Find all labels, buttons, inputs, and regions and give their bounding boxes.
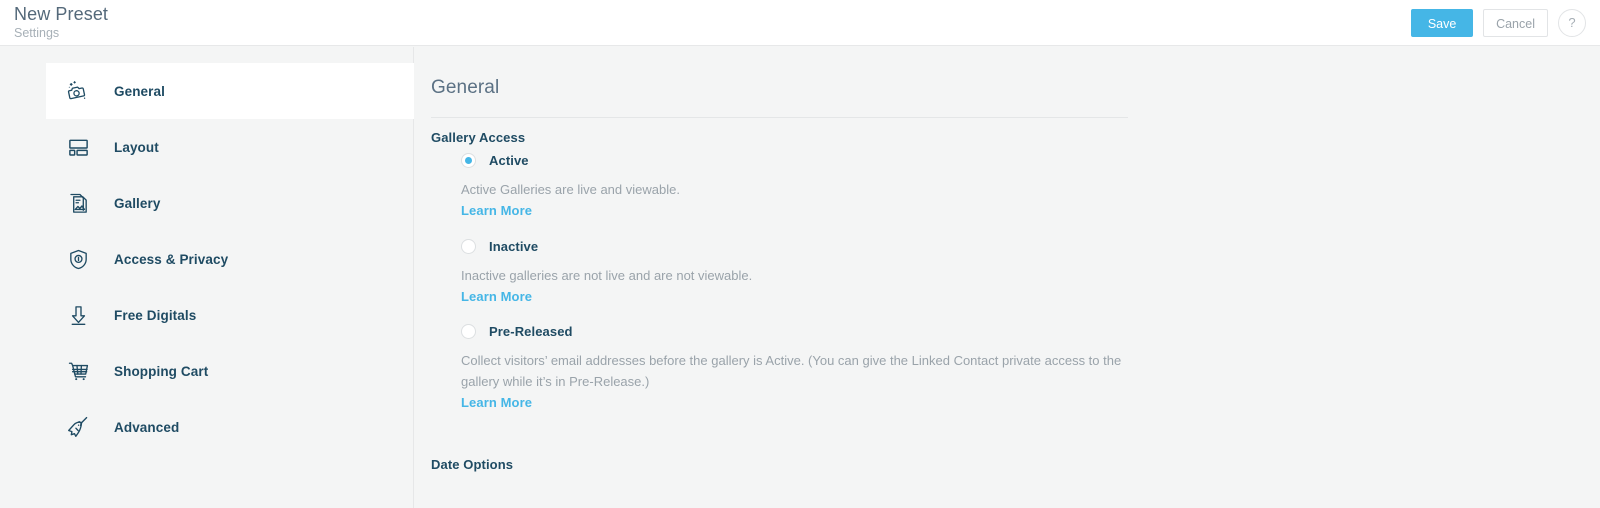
save-button[interactable]: Save bbox=[1411, 9, 1474, 37]
page-subtitle: Settings bbox=[14, 26, 60, 40]
page-title: New Preset bbox=[14, 4, 109, 24]
sidebar-item-label: Advanced bbox=[114, 419, 180, 435]
radio-row-pre-released[interactable]: Pre-Released bbox=[461, 322, 1126, 340]
help-button[interactable]: ? bbox=[1558, 9, 1586, 37]
learn-more-link-active[interactable]: Learn More bbox=[461, 203, 532, 218]
option-description-inactive: Inactive galleries are not live and are … bbox=[461, 268, 753, 283]
sidebar-item-label: Layout bbox=[114, 139, 159, 155]
main-content: General Gallery Access Active Active Gal… bbox=[415, 47, 1600, 508]
shield-lock-icon bbox=[63, 244, 93, 274]
sidebar-item-label: Free Digitals bbox=[114, 307, 197, 323]
option-description-active: Active Galleries are live and viewable. bbox=[461, 182, 680, 197]
sidebar-item-access-privacy[interactable]: Access & Privacy bbox=[46, 231, 414, 287]
gallery-access-option-pre-released: Pre-Released Collect visitors’ email add… bbox=[461, 322, 1126, 412]
sidebar-item-general[interactable]: General bbox=[46, 63, 414, 119]
gallery-stack-icon bbox=[63, 188, 93, 218]
radio-active[interactable] bbox=[461, 152, 476, 168]
section-divider bbox=[431, 117, 1128, 118]
radio-label-pre-released: Pre-Released bbox=[489, 323, 573, 339]
date-options-heading: Date Options bbox=[431, 457, 514, 472]
gallery-access-option-active: Active Active Galleries are live and vie… bbox=[461, 151, 680, 220]
sidebar-item-label: Shopping Cart bbox=[114, 363, 209, 379]
radio-label-active: Active bbox=[489, 152, 529, 168]
radio-label-inactive: Inactive bbox=[489, 238, 539, 254]
unicorn-icon bbox=[63, 412, 93, 442]
radio-row-inactive[interactable]: Inactive bbox=[461, 237, 752, 255]
content-section-title: General bbox=[431, 77, 500, 98]
sidebar-item-label: General bbox=[114, 83, 165, 99]
sidebar-item-label: Access & Privacy bbox=[114, 251, 229, 267]
radio-row-active[interactable]: Active bbox=[461, 151, 680, 169]
gallery-access-heading: Gallery Access bbox=[431, 130, 526, 145]
top-bar-actions: Save Cancel ? bbox=[1411, 9, 1586, 37]
sidebar-item-free-digitals[interactable]: Free Digitals bbox=[46, 287, 414, 343]
top-bar: New Preset Settings Save Cancel ? bbox=[0, 0, 1600, 46]
sidebar-item-label: Gallery bbox=[114, 195, 161, 211]
sidebar-item-shopping-cart[interactable]: Shopping Cart bbox=[46, 343, 414, 399]
shopping-cart-icon bbox=[63, 356, 93, 386]
radio-pre-released[interactable] bbox=[461, 323, 476, 339]
learn-more-link-inactive[interactable]: Learn More bbox=[461, 289, 532, 304]
download-arrow-icon bbox=[63, 300, 93, 330]
sidebar-item-gallery[interactable]: Gallery bbox=[46, 175, 414, 231]
sidebar-nav: General Layout Gallery Access & Privacy … bbox=[46, 63, 414, 455]
learn-more-link-pre-released[interactable]: Learn More bbox=[461, 395, 532, 410]
sidebar-item-advanced[interactable]: Advanced bbox=[46, 399, 414, 455]
cancel-button[interactable]: Cancel bbox=[1483, 9, 1548, 37]
layout-grid-icon bbox=[63, 132, 93, 162]
radio-inactive[interactable] bbox=[461, 238, 476, 254]
camera-sparkle-icon bbox=[63, 76, 93, 106]
sidebar: General Layout Gallery Access & Privacy … bbox=[0, 47, 414, 508]
option-description-pre-released: Collect visitors’ email addresses before… bbox=[461, 353, 1122, 389]
sidebar-item-layout[interactable]: Layout bbox=[46, 119, 414, 175]
title-block: New Preset Settings bbox=[14, 4, 108, 41]
gallery-access-option-inactive: Inactive Inactive galleries are not live… bbox=[461, 237, 752, 306]
